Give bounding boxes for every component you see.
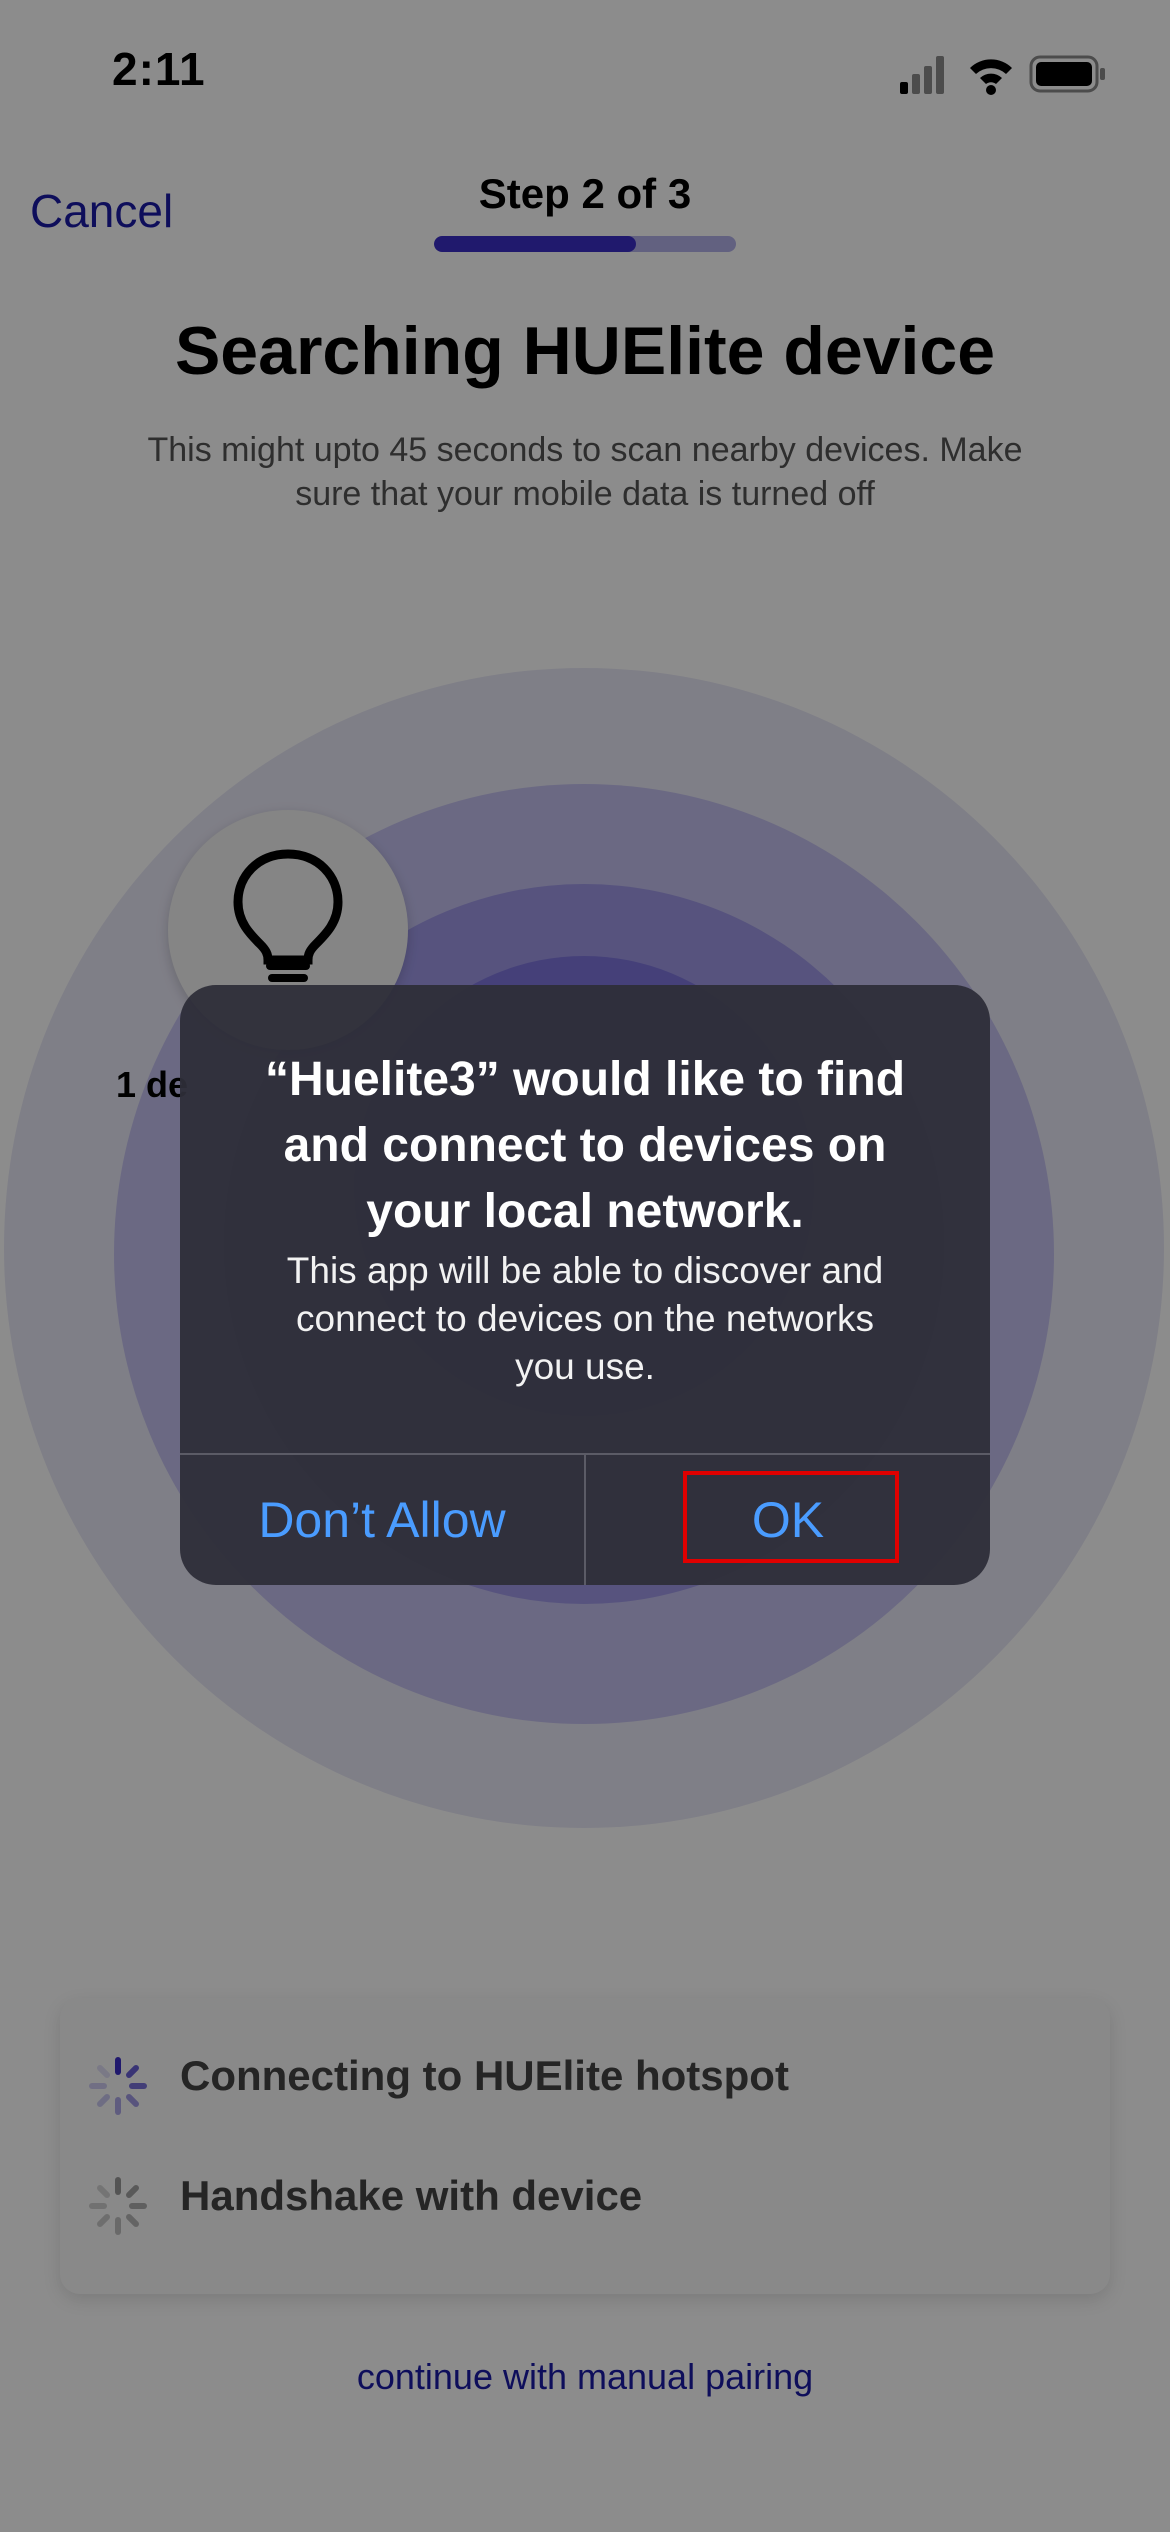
alert-message-line: This app will be able to discover and	[286, 1250, 884, 1291]
alert-title-line: “Huelite3” would like to find	[264, 1053, 906, 1106]
dont-allow-button[interactable]: Don’t Allow	[180, 1455, 584, 1585]
alert-title: “Huelite3” would like to find and connec…	[180, 1047, 990, 1245]
alert-message-line: you use.	[515, 1346, 655, 1387]
alert-title-line: your local network.	[366, 1185, 804, 1238]
alert-title-line: and connect to devices on	[283, 1119, 887, 1172]
ok-button-highlight	[683, 1471, 899, 1563]
alert-message-line: connect to devices on the networks	[296, 1298, 874, 1339]
alert-message: This app will be able to discover and co…	[240, 1247, 930, 1391]
